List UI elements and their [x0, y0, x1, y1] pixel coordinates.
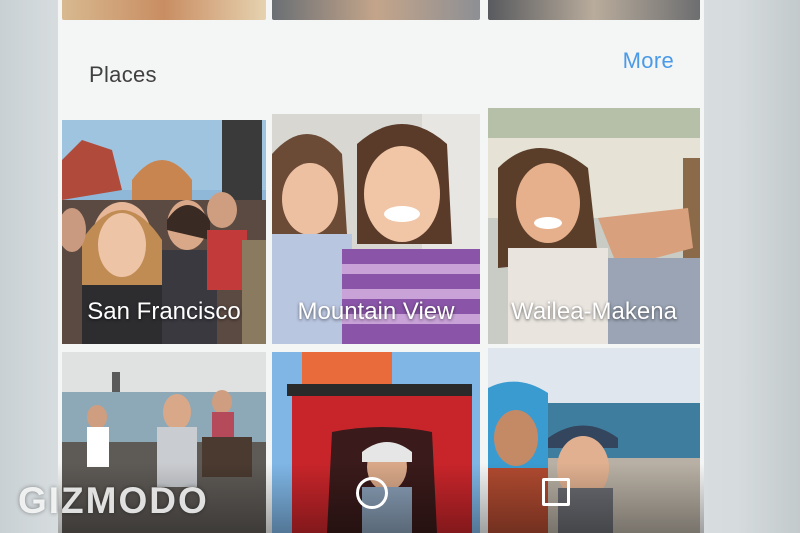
- place-label: Mountain View: [297, 298, 455, 325]
- square-recents-icon[interactable]: [542, 478, 570, 506]
- photo-thumbnail[interactable]: [488, 0, 700, 20]
- watermark-logo: GIZMODO: [18, 480, 209, 521]
- more-link[interactable]: More: [623, 48, 674, 74]
- phone-screen: Places More San Francisco Mountain View …: [58, 0, 704, 533]
- photo-thumbnail[interactable]: [272, 0, 480, 20]
- place-tile-mountain-view[interactable]: Mountain View: [272, 114, 480, 344]
- place-tile-wailea-makena[interactable]: Wailea-Makena: [488, 108, 700, 344]
- place-tile-san-francisco[interactable]: San Francisco: [62, 120, 266, 344]
- places-header: Places More: [58, 22, 704, 114]
- place-label: San Francisco: [87, 298, 241, 325]
- circle-home-icon[interactable]: [356, 477, 388, 509]
- previous-row-photos: [58, 0, 704, 22]
- section-title: Places: [89, 62, 157, 87]
- place-label: Wailea-Makena: [511, 298, 677, 325]
- photo-thumbnail[interactable]: [62, 0, 266, 20]
